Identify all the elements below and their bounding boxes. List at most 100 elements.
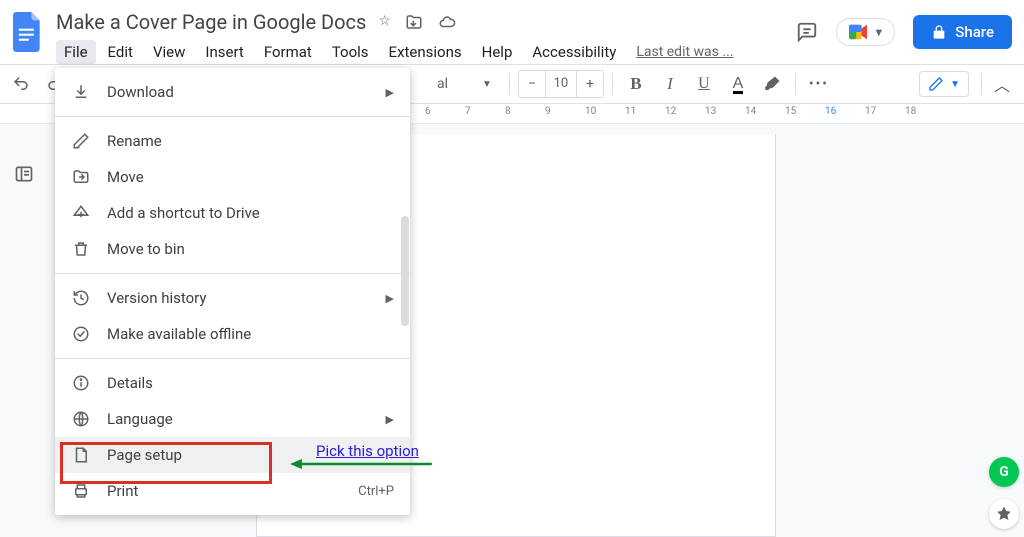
menu-item-label: Add a shortcut to Drive [107, 204, 260, 222]
grammarly-icon[interactable]: G [989, 457, 1019, 487]
font-family-select[interactable]: al ▼ [428, 75, 501, 93]
docs-logo-icon[interactable] [12, 12, 44, 52]
last-edit-link[interactable]: Last edit was ... [636, 44, 733, 60]
menu-item-label: Details [107, 374, 153, 392]
menu-tools[interactable]: Tools [324, 40, 377, 64]
lock-icon [931, 24, 947, 40]
separator [509, 73, 510, 95]
menu-separator [55, 358, 410, 359]
menu-item-label: Move to bin [107, 240, 185, 258]
header: Make a Cover Page in Google Docs ☆ File … [0, 0, 1024, 64]
editing-mode-button[interactable]: ▼ [919, 71, 969, 97]
menu-item-language[interactable]: Language ▶ [55, 401, 410, 437]
page-icon [71, 446, 91, 464]
ruler-tick: 14 [745, 106, 756, 117]
ruler-tick: 15 [785, 106, 796, 117]
share-button[interactable]: Share [913, 15, 1012, 49]
chevron-down-icon: ▼ [950, 79, 960, 90]
move-folder-icon[interactable] [405, 13, 423, 31]
menu-insert[interactable]: Insert [197, 40, 251, 64]
italic-button[interactable]: I [655, 69, 685, 99]
menu-item-label: Language [107, 410, 173, 428]
share-label: Share [955, 23, 994, 41]
menu-item-label: Version history [107, 289, 207, 307]
info-icon [71, 374, 91, 392]
separator [612, 73, 613, 95]
font-size-value[interactable]: 10 [545, 71, 577, 97]
file-menu-dropdown: Download ▶ Rename Move Add a shortcut to… [55, 68, 410, 515]
menu-item-details[interactable]: Details [55, 365, 410, 401]
more-button[interactable]: ••• [804, 69, 834, 99]
shortcut-icon [71, 204, 91, 222]
undo-button[interactable] [6, 69, 36, 99]
menu-item-label: Print [107, 482, 138, 500]
ruler-tick: 8 [505, 106, 511, 117]
menu-item-make-offline[interactable]: Make available offline [55, 316, 410, 352]
trash-icon [71, 240, 91, 258]
scrollbar-thumb[interactable] [401, 216, 409, 326]
explore-button[interactable] [989, 499, 1019, 529]
font-size-stepper[interactable]: − 10 + [518, 70, 604, 98]
ruler-tick: 12 [665, 106, 676, 117]
shortcut-label: Ctrl+P [358, 484, 394, 499]
chevron-down-icon: ▼ [873, 26, 884, 39]
ruler-tick: 18 [905, 106, 916, 117]
menu-item-label: Rename [107, 132, 162, 150]
menu-edit[interactable]: Edit [100, 40, 141, 64]
menu-extensions[interactable]: Extensions [381, 40, 470, 64]
decrease-font-button[interactable]: − [519, 76, 545, 92]
ruler-tick: 17 [865, 106, 876, 117]
document-title[interactable]: Make a Cover Page in Google Docs [56, 10, 366, 34]
ruler-tick: 10 [585, 106, 596, 117]
ruler-tick: 13 [705, 106, 716, 117]
ruler-tick: 6 [425, 106, 431, 117]
menu-item-label: Download [107, 83, 174, 101]
ruler-tick: 9 [545, 106, 551, 117]
cloud-status-icon[interactable] [437, 13, 457, 31]
history-icon [71, 289, 91, 307]
menu-item-download[interactable]: Download ▶ [55, 74, 410, 110]
text-color-button[interactable]: A [723, 69, 753, 99]
ruler-tick: 16 [825, 106, 836, 117]
submenu-arrow-icon: ▶ [386, 292, 394, 305]
menu-item-move[interactable]: Move [55, 159, 410, 195]
menu-separator [55, 273, 410, 274]
menu-item-print[interactable]: Print Ctrl+P [55, 473, 410, 509]
menu-separator [55, 116, 410, 117]
bold-button[interactable]: B [621, 69, 651, 99]
menu-file[interactable]: File [56, 40, 96, 64]
menubar: File Edit View Insert Format Tools Exten… [56, 40, 796, 64]
menu-accessibility[interactable]: Accessibility [524, 40, 624, 64]
menu-format[interactable]: Format [256, 40, 320, 64]
separator [795, 73, 796, 95]
menu-item-label: Page setup [107, 446, 182, 464]
menu-item-move-to-bin[interactable]: Move to bin [55, 231, 410, 267]
chevron-down-icon: ▼ [482, 79, 492, 90]
download-icon [71, 83, 91, 101]
submenu-arrow-icon: ▶ [386, 86, 394, 99]
pencil-icon [928, 76, 944, 92]
ruler-tick: 11 [625, 106, 636, 117]
rename-icon [71, 132, 91, 150]
show-outline-button[interactable] [10, 160, 38, 188]
star-icon[interactable]: ☆ [378, 13, 391, 31]
menu-item-version-history[interactable]: Version history ▶ [55, 280, 410, 316]
menu-view[interactable]: View [145, 40, 193, 64]
increase-font-button[interactable]: + [577, 76, 603, 92]
meet-button[interactable]: ▼ [836, 18, 895, 46]
move-icon [71, 168, 91, 186]
menu-help[interactable]: Help [474, 40, 521, 64]
print-icon [71, 482, 91, 500]
menu-item-add-shortcut[interactable]: Add a shortcut to Drive [55, 195, 410, 231]
annotation-arrow [276, 459, 446, 469]
font-name-partial: al [437, 76, 448, 92]
collapse-toolbar-button[interactable]: ︿ [994, 72, 1010, 96]
globe-icon [71, 410, 91, 428]
menu-item-label: Move [107, 168, 144, 186]
highlight-color-button[interactable] [757, 69, 787, 99]
underline-button[interactable]: U [689, 69, 719, 99]
comments-icon[interactable] [796, 21, 818, 43]
menu-item-rename[interactable]: Rename [55, 123, 410, 159]
submenu-arrow-icon: ▶ [386, 413, 394, 426]
offline-icon [71, 325, 91, 343]
